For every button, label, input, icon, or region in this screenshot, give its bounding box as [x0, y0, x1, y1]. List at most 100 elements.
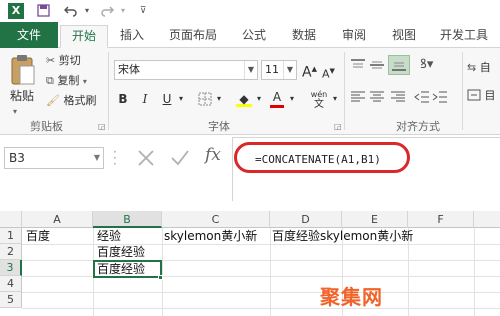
insert-function-button[interactable]: fx: [205, 145, 221, 165]
tab-file[interactable]: 文件: [0, 22, 58, 48]
save-icon[interactable]: [34, 2, 52, 20]
column-header-f[interactable]: F: [408, 211, 474, 228]
tab-data[interactable]: 数据: [284, 25, 324, 48]
shrink-arrow-icon: ▼: [329, 67, 335, 75]
ribbon-tabs: 文件 开始 插入 页面布局 公式 数据 审阅 视图 开发工具: [0, 22, 500, 48]
align-center-icon[interactable]: [369, 90, 385, 109]
column-gridline: [474, 228, 475, 316]
clipboard-launcher-icon[interactable]: ◲: [98, 122, 106, 131]
cut-button[interactable]: ✂ 剪切: [46, 53, 81, 69]
wrap-text-button[interactable]: ⇆ 自: [467, 60, 491, 76]
active-cell-border: [93, 260, 162, 278]
fill-handle[interactable]: [158, 275, 163, 280]
format-painter-label: 格式刷: [63, 94, 97, 107]
phonetic-label: wén: [310, 90, 328, 99]
align-right-icon[interactable]: [390, 90, 406, 109]
font-launcher-icon[interactable]: ◲: [334, 122, 342, 131]
fill-color-button[interactable]: ◆: [234, 90, 254, 108]
decrease-indent-icon[interactable]: [414, 90, 430, 109]
align-middle-icon[interactable]: [369, 58, 385, 77]
cell-a1[interactable]: 百度: [26, 228, 50, 244]
name-box[interactable]: B3 ▼: [4, 147, 104, 169]
column-header-row: A B C D E F: [0, 211, 500, 228]
grow-font-label: A: [302, 64, 312, 81]
font-size-combo[interactable]: 11 ▼: [261, 60, 297, 80]
underline-dropdown-icon[interactable]: ▾: [176, 90, 186, 108]
merge-center-label: 目: [484, 89, 496, 102]
column-header-b[interactable]: B: [93, 211, 162, 228]
orientation-icon[interactable]: ꝸ▾: [420, 57, 433, 73]
border-dropdown-icon[interactable]: ▾: [214, 90, 224, 108]
paint-bucket-icon: ◆: [239, 92, 249, 106]
worksheet-grid: A B C D E F 1 2 3 4 5 百度 经验 skylemon黄小新 …: [0, 201, 500, 316]
cell-b1[interactable]: 经验: [97, 228, 121, 244]
border-icon[interactable]: [196, 90, 214, 108]
phonetic-char-icon: 文: [314, 99, 324, 110]
cancel-icon[interactable]: [136, 147, 156, 169]
chevron-down-icon: ▼: [93, 153, 100, 162]
row-header-3[interactable]: 3: [0, 260, 22, 276]
tab-developer[interactable]: 开发工具: [432, 25, 496, 48]
watermark-logo: 聚集网: [320, 285, 383, 309]
alignment-group-label: 对齐方式: [396, 120, 440, 133]
format-painter-button[interactable]: 🖌 格式刷: [46, 93, 96, 109]
align-left-icon[interactable]: [350, 90, 366, 109]
italic-button[interactable]: I: [138, 90, 152, 108]
row-header-5[interactable]: 5: [0, 292, 22, 308]
column-gridline: [162, 228, 163, 316]
tab-home[interactable]: 开始: [60, 25, 108, 48]
cell-b2[interactable]: 百度经验: [97, 244, 145, 260]
font-name-combo[interactable]: 宋体 ▼: [114, 60, 258, 80]
cell-c1[interactable]: skylemon黄小新: [164, 228, 257, 244]
paste-button[interactable]: 粘贴: [10, 88, 34, 104]
align-bottom-icon[interactable]: [388, 55, 410, 75]
column-header-c[interactable]: C: [162, 211, 270, 228]
tab-insert[interactable]: 插入: [112, 25, 152, 48]
copy-icon: ⧉: [46, 74, 54, 87]
wrap-text-icon: ⇆: [467, 61, 477, 74]
phonetic-button[interactable]: wén 文: [308, 90, 330, 110]
chevron-down-icon: ▼: [283, 61, 296, 79]
paste-icon[interactable]: [10, 54, 36, 86]
merge-icon: [467, 89, 481, 101]
group-divider: [462, 52, 463, 130]
group-divider: [108, 52, 109, 130]
paste-dropdown-icon[interactable]: ▾: [13, 104, 17, 120]
enter-check-icon[interactable]: [170, 147, 190, 169]
cell-d1[interactable]: 百度经验skylemon黄小新: [272, 228, 413, 244]
column-header-a[interactable]: A: [22, 211, 93, 228]
group-divider: [344, 52, 345, 130]
shrink-font-label: A: [322, 67, 330, 81]
grow-font-button[interactable]: A▲: [302, 61, 317, 81]
bold-button[interactable]: B: [116, 90, 130, 108]
redo-dropdown-icon[interactable]: ▾: [114, 2, 132, 20]
select-all-corner[interactable]: [0, 211, 22, 228]
undo-dropdown-icon[interactable]: ▾: [78, 2, 96, 20]
merge-center-button[interactable]: 目: [467, 88, 496, 107]
font-color-swatch: [270, 105, 284, 108]
grip-dots-icon[interactable]: · · ·: [113, 146, 119, 170]
annotation-oval: [234, 142, 410, 173]
column-gridline: [270, 228, 271, 316]
tab-page-layout[interactable]: 页面布局: [160, 25, 226, 48]
phonetic-dropdown-icon[interactable]: ▾: [330, 90, 340, 108]
fill-dropdown-icon[interactable]: ▾: [254, 90, 264, 108]
column-header-d[interactable]: D: [270, 211, 342, 228]
font-color-dropdown-icon[interactable]: ▾: [287, 90, 297, 108]
shrink-font-button[interactable]: A▼: [322, 63, 335, 83]
increase-indent-icon[interactable]: [432, 90, 448, 109]
font-color-button[interactable]: A: [268, 90, 286, 108]
align-top-icon[interactable]: [350, 58, 366, 77]
copy-button[interactable]: ⧉ 复制 ▾: [46, 73, 87, 90]
customize-icon[interactable]: ⊽: [134, 2, 152, 20]
row-header-2[interactable]: 2: [0, 244, 22, 260]
chevron-down-icon: ▼: [244, 61, 257, 79]
row-header-1[interactable]: 1: [0, 228, 22, 244]
column-header-e[interactable]: E: [342, 211, 408, 228]
underline-button[interactable]: U: [160, 90, 174, 108]
tab-view[interactable]: 视图: [384, 25, 424, 48]
tab-review[interactable]: 审阅: [334, 25, 374, 48]
clipboard-group-label: 剪贴板: [30, 120, 63, 133]
tab-formulas[interactable]: 公式: [234, 25, 274, 48]
row-header-4[interactable]: 4: [0, 276, 22, 292]
